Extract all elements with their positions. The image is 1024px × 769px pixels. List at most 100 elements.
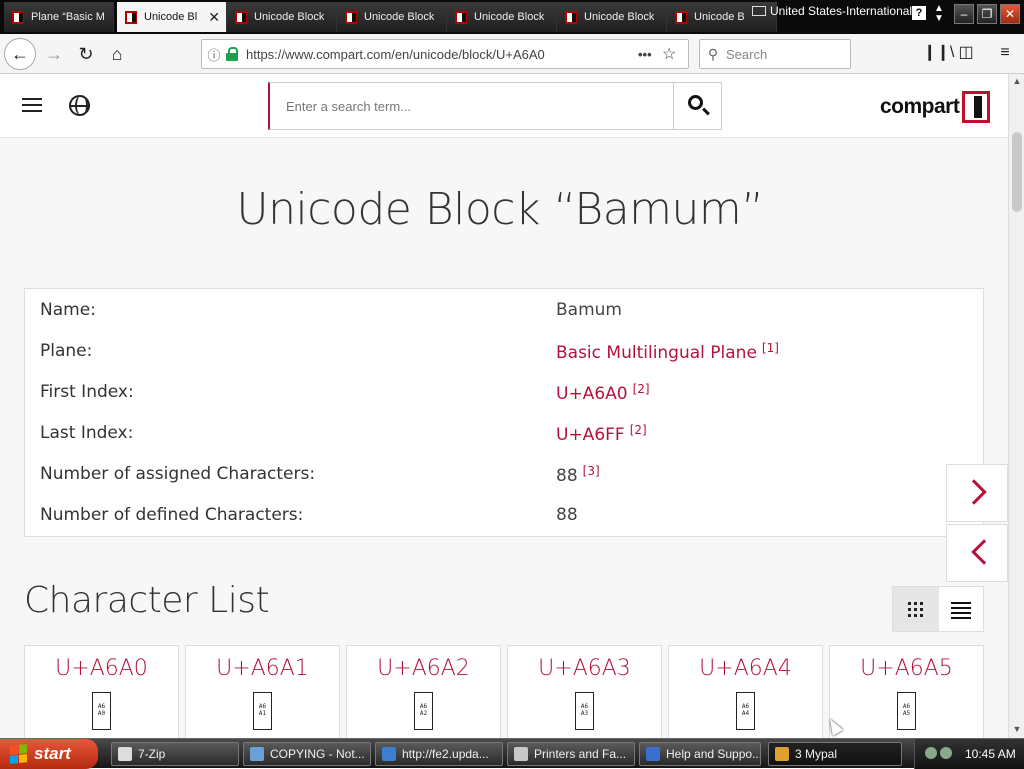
minimize-button[interactable]: – xyxy=(954,4,974,24)
taskbar-button-label: Printers and Fa... xyxy=(534,747,627,761)
tab-label: Unicode Bl xyxy=(144,11,198,23)
address-bar[interactable]: ⓘ https://www.compart.com/en/unicode/blo… xyxy=(201,39,689,69)
browser-tab[interactable]: Unicode Block xyxy=(447,2,557,32)
next-block-button[interactable] xyxy=(946,464,1008,522)
home-button[interactable]: ⌂ xyxy=(103,40,131,68)
browser-tab[interactable]: Plane “Basic M xyxy=(4,2,114,32)
scroll-up-icon[interactable]: ▲ xyxy=(1011,76,1023,88)
info-row: Number of assigned Characters: 88 [3] xyxy=(25,453,983,494)
grid-view-button[interactable] xyxy=(893,587,939,631)
compart-favicon-icon xyxy=(235,10,247,24)
info-value-text[interactable]: U+A6FF xyxy=(556,425,625,445)
scroll-down-icon[interactable]: ▼ xyxy=(1011,724,1023,736)
info-row: Plane: Basic Multilingual Plane [1] xyxy=(25,330,983,371)
keyboard-layout-indicator[interactable]: United States-International xyxy=(752,4,912,18)
forward-button[interactable]: → xyxy=(40,40,68,68)
back-button[interactable]: ← xyxy=(4,38,36,70)
taskbar-button[interactable]: http://fe2.upda... xyxy=(375,742,503,766)
missing-glyph-box: A6 A0 xyxy=(92,692,111,730)
keyboard-layout-label: United States-International xyxy=(770,4,913,18)
magnifier-icon xyxy=(688,95,703,110)
menu-icon[interactable]: ≡ xyxy=(994,42,1016,64)
info-value-link[interactable]: Basic Multilingual Plane [1] xyxy=(556,341,779,363)
taskbar-button[interactable]: Printers and Fa... xyxy=(507,742,635,766)
restore-button[interactable]: ❐ xyxy=(977,4,997,24)
page-actions-icon[interactable]: ••• xyxy=(638,47,662,62)
footnote-ref[interactable]: [3] xyxy=(583,464,600,478)
taskbar-button[interactable]: 3 Mypal xyxy=(768,742,902,766)
tab-label: Unicode Block xyxy=(254,11,325,23)
character-card[interactable]: U+A6A2 A6 A2 xyxy=(346,645,501,738)
browser-tab-strip: Plane “Basic M Unicode Bl ✕ Unicode Block Un… xyxy=(0,0,1024,34)
scrollbar-thumb[interactable] xyxy=(1012,132,1022,212)
taskbar-button[interactable]: Help and Suppo... xyxy=(639,742,761,766)
compart-favicon-icon xyxy=(565,10,577,24)
character-card[interactable]: U+A6A1 A6 A1 xyxy=(185,645,340,738)
reload-button[interactable]: ↻ xyxy=(72,40,100,68)
browser-tab[interactable]: Unicode Bl ✕ xyxy=(117,2,227,32)
hamburger-menu-icon[interactable] xyxy=(22,98,42,112)
browser-tab[interactable]: Unicode Block xyxy=(337,2,447,32)
close-window-button[interactable]: ✕ xyxy=(1000,4,1020,24)
browser-search-field[interactable]: ⚲ Search xyxy=(699,39,851,69)
site-search-input[interactable] xyxy=(270,83,674,129)
app-icon xyxy=(775,747,789,761)
info-label: First Index: xyxy=(40,382,134,402)
character-card[interactable]: U+A6A0 A6 A0 xyxy=(24,645,179,738)
taskbar-button[interactable]: COPYING - Not... xyxy=(243,742,371,766)
character-code[interactable]: U+A6A4 xyxy=(669,656,822,681)
taskbar-button-label: 3 Mypal xyxy=(795,747,838,761)
character-code[interactable]: U+A6A2 xyxy=(347,656,500,681)
info-value-text: Bamum xyxy=(556,300,622,320)
page-scrollbar[interactable]: ▲ ▼ xyxy=(1008,74,1024,738)
compart-logo[interactable]: compart xyxy=(880,90,991,124)
tray-icons[interactable] xyxy=(925,747,955,761)
missing-glyph-box: A6 A2 xyxy=(414,692,433,730)
character-card[interactable]: U+A6A3 A6 A3 xyxy=(507,645,662,738)
site-search-button[interactable] xyxy=(673,83,721,129)
character-card[interactable]: U+A6A5 A6 A5 xyxy=(829,645,984,738)
character-code[interactable]: U+A6A0 xyxy=(25,656,178,681)
close-tab-icon[interactable]: ✕ xyxy=(208,9,220,26)
start-button[interactable]: start xyxy=(0,739,98,769)
library-icon[interactable]: ❙❙\ xyxy=(923,42,954,64)
footnote-ref[interactable]: [2] xyxy=(630,423,647,437)
chevron-right-icon xyxy=(961,479,987,505)
glyph-hex-bottom: A2 xyxy=(419,710,428,717)
site-search-box xyxy=(268,82,722,130)
tab-label: Unicode B xyxy=(694,11,745,23)
taskbar-button[interactable]: 7-Zip xyxy=(111,742,239,766)
footnote-ref[interactable]: [1] xyxy=(762,341,779,355)
language-bar-options-icon[interactable]: ▲ ▼ xyxy=(934,4,944,24)
page-title: Unicode Block “Bamum” xyxy=(236,184,764,235)
browser-tab[interactable]: Unicode Block xyxy=(557,2,667,32)
page-info-icon[interactable]: ⓘ xyxy=(202,45,226,64)
browser-tab[interactable]: Unicode Block xyxy=(227,2,337,32)
compart-favicon-icon xyxy=(675,10,687,24)
list-view-button[interactable] xyxy=(939,587,984,631)
bookmark-star-icon[interactable]: ☆ xyxy=(662,44,688,64)
info-label: Number of defined Characters: xyxy=(40,505,304,525)
character-code[interactable]: U+A6A5 xyxy=(830,656,983,681)
character-code[interactable]: U+A6A3 xyxy=(508,656,661,681)
info-value-text[interactable]: Basic Multilingual Plane xyxy=(556,343,757,363)
address-bar-url[interactable]: https://www.compart.com/en/unicode/block… xyxy=(246,47,638,62)
clock[interactable]: 10:45 AM xyxy=(965,747,1016,761)
tab-label: Plane “Basic M xyxy=(31,11,105,23)
language-globe-icon[interactable] xyxy=(69,95,90,116)
sidebar-toggle-icon[interactable]: ◫ xyxy=(955,42,977,64)
info-value-link[interactable]: U+A6FF [2] xyxy=(556,423,647,445)
info-value-text[interactable]: U+A6A0 xyxy=(556,384,628,404)
tab-label: Unicode Block xyxy=(474,11,545,23)
character-code[interactable]: U+A6A1 xyxy=(186,656,339,681)
footnote-ref[interactable]: [2] xyxy=(633,382,650,396)
missing-glyph-box: A6 A4 xyxy=(736,692,755,730)
character-card[interactable]: U+A6A4 A6 A4 xyxy=(668,645,823,738)
info-value-link[interactable]: U+A6A0 [2] xyxy=(556,382,650,404)
keyboard-icon xyxy=(752,6,766,16)
help-icon[interactable]: ? xyxy=(912,6,926,20)
previous-block-button[interactable] xyxy=(946,524,1008,582)
glyph-hex-top: A6 xyxy=(741,703,750,710)
info-value-text: 88 xyxy=(556,466,578,486)
taskbar-button-label: COPYING - Not... xyxy=(270,747,365,761)
